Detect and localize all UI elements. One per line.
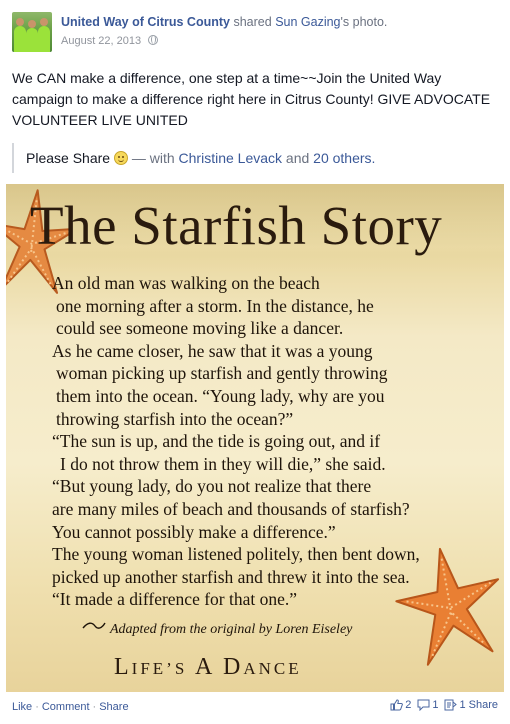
post: United Way of Citrus County shared Sun G… <box>0 0 510 724</box>
tagged-others-link[interactable]: 20 others. <box>313 150 375 166</box>
story-line: An old man was walking on the beach <box>52 273 320 293</box>
shared-photo[interactable]: The Starfish Story An old man was walkin… <box>6 184 504 692</box>
post-message: We CAN make a difference, one step at a … <box>12 70 491 128</box>
and-text: and <box>285 150 310 166</box>
story-line: woman picking up starfish and gently thr… <box>56 363 388 384</box>
story-line: are many miles of beach and thousands of… <box>52 498 410 519</box>
comments-count[interactable]: 1 <box>417 699 438 711</box>
post-actions: Like · Comment · Share <box>12 701 129 713</box>
share-icon <box>444 699 458 711</box>
share-button[interactable]: Share <box>99 701 128 713</box>
attribution-text: Adapted from the original by Loren Eisel… <box>110 622 353 637</box>
story-line: You cannot possibly make a difference.” <box>52 521 336 542</box>
source-suffix: 's photo. <box>340 15 388 29</box>
smiley-emoticon-icon <box>113 151 128 165</box>
like-button[interactable]: Like <box>12 701 32 713</box>
with-text: — with <box>131 150 175 166</box>
page-avatar[interactable] <box>12 12 52 52</box>
caption-text: Please Share <box>26 150 111 166</box>
story-line: “It made a difference for that one.” <box>52 589 298 610</box>
engagement-counts: 2 1 1 Share <box>390 699 498 711</box>
shares-count[interactable]: 1 Share <box>444 699 498 711</box>
comment-icon <box>417 699 430 711</box>
story-line: them into the ocean. “Young lady, why ar… <box>56 385 385 406</box>
story-line: As he came closer, he saw that it was a … <box>52 340 373 361</box>
source-page-link[interactable]: Sun Gazing <box>275 15 340 29</box>
story-line: “But young lady, do you not realize that… <box>52 476 372 497</box>
story-line: “The sun is up, and the tide is going ou… <box>52 431 381 452</box>
photo-caption: Please Share — with Christine Levack and… <box>12 143 375 173</box>
photo-title: The Starfish Story <box>30 195 443 256</box>
likes-count[interactable]: 2 <box>390 699 411 711</box>
post-header: United Way of Citrus County shared Sun G… <box>61 15 387 29</box>
share-verb: shared <box>233 15 272 29</box>
thumbs-up-icon <box>390 699 404 711</box>
globe-icon[interactable] <box>148 35 159 45</box>
story-line: The young woman listened politely, then … <box>52 544 420 565</box>
story-line: throwing starfish into the ocean?” <box>56 408 294 429</box>
photo-tagline: LIFE’S A DANCE <box>114 654 302 680</box>
page-name-link[interactable]: United Way of Citrus County <box>61 15 230 29</box>
tilde-flourish-icon <box>82 622 106 629</box>
story-attribution: Adapted from the original by Loren Eisel… <box>82 622 352 638</box>
tagged-person-link[interactable]: Christine Levack <box>179 150 283 166</box>
post-timestamp-row: August 22, 2013 <box>61 35 159 47</box>
comment-button[interactable]: Comment <box>42 701 90 713</box>
story-line: could see someone moving like a dancer. <box>56 318 344 339</box>
post-footer: Like · Comment · Share 2 1 1 Share <box>0 692 510 724</box>
story-text: An old man was walking on the beach one … <box>52 272 492 611</box>
story-line: one morning after a storm. In the distan… <box>56 295 374 316</box>
post-date[interactable]: August 22, 2013 <box>61 35 141 47</box>
story-line: I do not throw them in they will die,” s… <box>60 453 386 474</box>
story-line: picked up another starfish and threw it … <box>52 566 410 587</box>
